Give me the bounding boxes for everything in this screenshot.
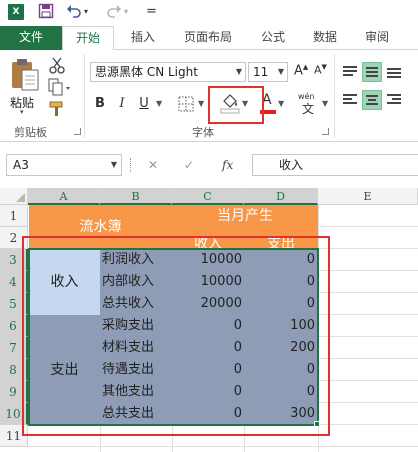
font-family-value: 思源黑体 CN Light — [95, 65, 198, 79]
column-header-c[interactable]: C — [172, 188, 244, 205]
underline-dropdown-icon[interactable]: ▼ — [156, 94, 162, 114]
quick-access-toolbar: X ▾ ▾ = — [0, 0, 418, 26]
cancel-icon[interactable]: ✕ — [148, 154, 158, 176]
formula-input[interactable]: 收入 — [252, 154, 418, 176]
align-middle-button[interactable] — [362, 62, 382, 82]
gridline — [318, 270, 418, 271]
align-right-button[interactable] — [384, 90, 404, 110]
month-label-cell[interactable]: 当月产生 — [172, 205, 318, 227]
italic-button[interactable]: I — [114, 94, 130, 114]
name-box[interactable]: A3 ▼ — [6, 154, 122, 176]
font-color-dropdown-icon[interactable]: ▼ — [278, 94, 284, 114]
gridline — [318, 314, 418, 315]
save-icon[interactable] — [38, 3, 54, 21]
tab-home[interactable]: 开始 — [62, 26, 114, 51]
undo-icon[interactable] — [66, 3, 82, 21]
borders-button[interactable] — [178, 96, 194, 112]
phonetic-icon: 文 — [302, 102, 315, 116]
gridline — [318, 336, 418, 337]
column-header-e[interactable]: E — [318, 188, 418, 205]
clipboard-launcher-icon[interactable] — [74, 128, 81, 135]
font-size-value: 11 — [253, 65, 269, 79]
enter-icon[interactable]: ✓ — [184, 154, 194, 176]
gridline — [318, 226, 418, 227]
gridline — [318, 292, 418, 293]
paste-button[interactable]: 粘贴 ▾ — [6, 56, 42, 116]
column-header-a[interactable]: A — [28, 188, 100, 205]
paste-dropdown-icon: ▾ — [20, 108, 24, 116]
gridline — [318, 358, 418, 359]
name-box-value: A3 — [13, 158, 29, 172]
gridline — [318, 402, 418, 403]
formula-bar-divider — [130, 158, 132, 172]
ribbon-separator — [84, 54, 85, 138]
redo-dropdown-icon[interactable]: ▾ — [124, 3, 128, 21]
row-header[interactable]: 1 — [0, 205, 28, 227]
align-top-button[interactable] — [340, 62, 360, 82]
align-center-button[interactable] — [362, 90, 382, 110]
font-launcher-icon[interactable] — [322, 128, 329, 135]
bold-button[interactable]: B — [92, 94, 108, 114]
gridline — [28, 446, 418, 447]
tab-review[interactable]: 审阅 — [354, 26, 400, 50]
customize-quick-access-icon[interactable]: = — [146, 3, 157, 21]
paste-icon — [12, 59, 39, 91]
font-size-select[interactable]: 11 ▼ — [248, 62, 288, 82]
decrease-font-icon[interactable]: A▼ — [314, 63, 327, 77]
tab-data[interactable]: 数据 — [302, 26, 348, 50]
format-painter-icon[interactable] — [48, 100, 66, 118]
column-header-d[interactable]: D — [244, 188, 318, 205]
phonetic-button[interactable]: wén 文 — [298, 92, 322, 116]
redo-icon[interactable] — [106, 3, 122, 21]
tab-file[interactable]: 文件 — [0, 26, 62, 50]
insert-function-icon[interactable]: fx — [222, 154, 233, 176]
data-range-highlight — [22, 236, 330, 436]
borders-icon — [178, 96, 194, 112]
gridline — [318, 380, 418, 381]
tab-insert[interactable]: 插入 — [120, 26, 166, 50]
ribbon-tabs: 文件 开始 插入 页面布局 公式 数据 审阅 — [0, 26, 418, 51]
chevron-down-icon: ▼ — [235, 67, 242, 76]
font-group-label: 字体 — [192, 126, 214, 139]
cut-icon[interactable] — [48, 56, 66, 74]
copy-icon[interactable] — [48, 78, 72, 96]
column-header-b[interactable]: B — [100, 188, 172, 205]
ribbon-separator — [334, 54, 335, 138]
font-family-select[interactable]: 思源黑体 CN Light ▼ — [90, 62, 246, 82]
underline-button[interactable]: U — [136, 94, 152, 114]
undo-dropdown-icon[interactable]: ▾ — [84, 3, 88, 21]
fill-color-highlight — [208, 86, 264, 124]
borders-dropdown-icon[interactable]: ▼ — [198, 94, 204, 114]
gridline — [318, 248, 418, 249]
tab-page-layout[interactable]: 页面布局 — [172, 26, 244, 50]
excel-logo-icon: X — [8, 4, 24, 20]
chevron-down-icon: ▼ — [110, 160, 117, 169]
formula-bar: A3 ▼ ✕ ✓ fx 收入 — [0, 142, 418, 188]
select-all-corner[interactable] — [0, 188, 28, 205]
phonetic-dropdown-icon[interactable]: ▼ — [322, 94, 328, 114]
tab-formulas[interactable]: 公式 — [250, 26, 296, 50]
increase-font-icon[interactable]: A▲ — [294, 63, 308, 78]
align-bottom-button[interactable] — [384, 62, 404, 82]
clipboard-group-label: 剪贴板 — [14, 126, 47, 139]
align-left-button[interactable] — [340, 90, 360, 110]
chevron-down-icon: ▼ — [277, 67, 284, 76]
